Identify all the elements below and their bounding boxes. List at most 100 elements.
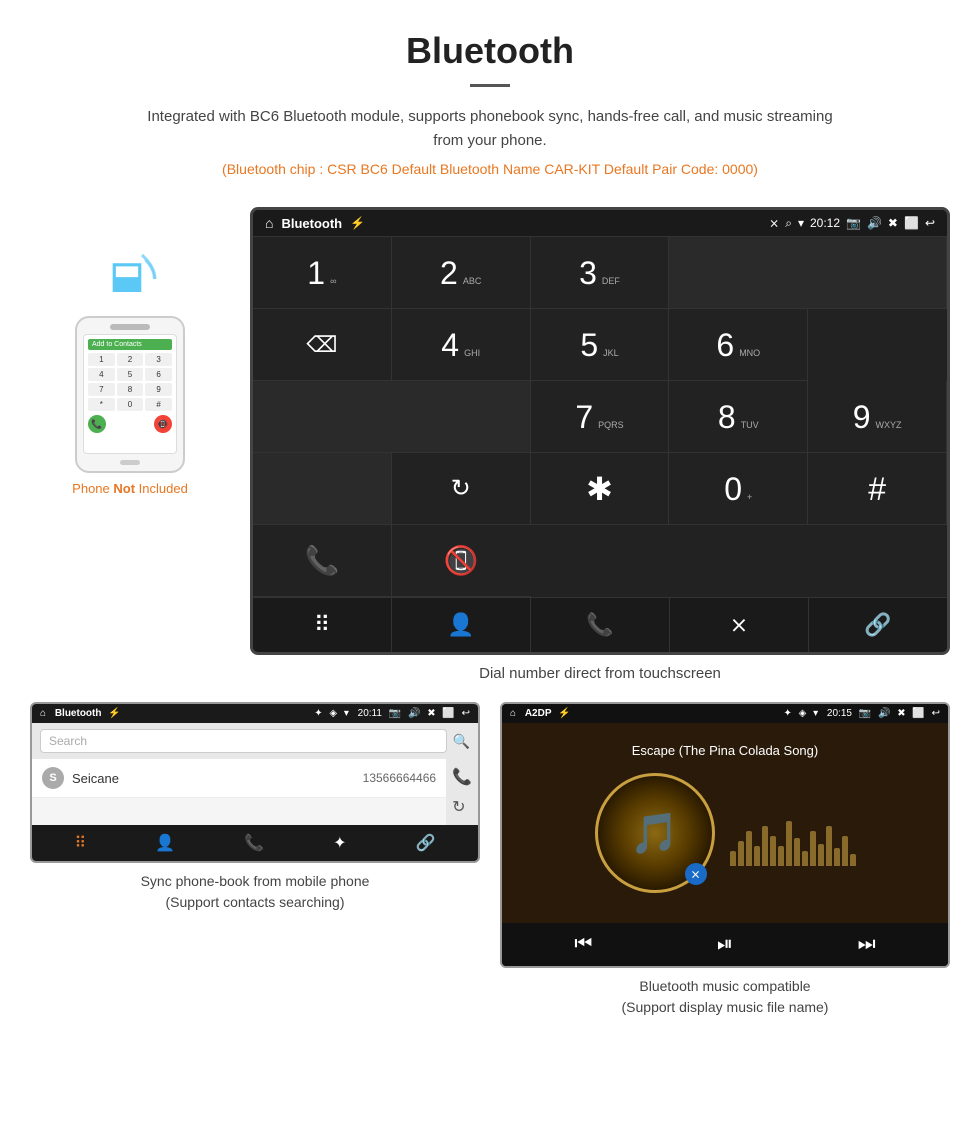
pb-usb-icon: ⚡ [108, 708, 120, 719]
dial-key-5[interactable]: 5JKL [531, 309, 670, 381]
nav-contacts[interactable]: 👤 [392, 598, 531, 652]
home-icon[interactable]: ⌂ [265, 215, 273, 231]
dial-empty-2 [253, 381, 531, 453]
pb-sig-icon: ▾ [344, 708, 349, 719]
dial-key-3[interactable]: 3DEF [531, 237, 670, 309]
pb-search-row: Search 🔍 [32, 723, 478, 759]
nav-dialpad[interactable]: ⠿ [253, 598, 392, 652]
phone-container: ⬓ Add to Contacts 123 456 789 *0# 📞 📵 [30, 207, 230, 496]
music-time: 20:15 [827, 708, 852, 719]
music-status-title: A2DP [525, 708, 552, 719]
dial-key-2[interactable]: 2ABC [392, 237, 531, 309]
pb-nav-link[interactable]: 🔗 [416, 833, 436, 853]
pb-home-icon[interactable]: ⌂ [40, 708, 46, 719]
phone-label-part1: Phone [72, 481, 113, 496]
eq-bar [802, 851, 808, 866]
pb-nav-bt[interactable]: ✦ [333, 833, 346, 853]
phone-dialpad: 123 456 789 *0# [88, 353, 172, 411]
car-status-bar: ⌂ Bluetooth ⚡ ⨯ ⌕ ▾ 20:12 📷 🔊 ✖ ⬜ ↩ [253, 210, 947, 236]
dial-key-4[interactable]: 4GHI [392, 309, 531, 381]
dial-call-green[interactable]: 📞 [253, 525, 392, 597]
status-time: 20:12 [810, 216, 840, 230]
music-screen: ⌂ A2DP ⚡ ✦ ◈ ▾ 20:15 📷 🔊 ✖ ⬜ ↩ [500, 702, 950, 968]
music-close-icon: ✖ [897, 708, 905, 719]
music-song-title: Escape (The Pina Colada Song) [632, 743, 818, 758]
pb-nav-dialpad[interactable]: ⠿ [75, 833, 87, 853]
pb-cam-icon: 📷 [389, 708, 401, 719]
phone-call-button: 📞 [88, 415, 106, 433]
music-status-right: ✦ ◈ ▾ 20:15 📷 🔊 ✖ ⬜ ↩ [783, 708, 940, 719]
dial-key-9[interactable]: 9WXYZ [808, 381, 947, 453]
phonebook-item: ⌂ Bluetooth ⚡ ✦ ◈ ▾ 20:11 📷 🔊 ✖ ⬜ ↩ [30, 702, 480, 1018]
music-prev-icon[interactable]: ⏮ [574, 933, 592, 956]
dial-key-0[interactable]: 0+ [669, 453, 808, 525]
car-screen: ⌂ Bluetooth ⚡ ⨯ ⌕ ▾ 20:12 📷 🔊 ✖ ⬜ ↩ [250, 207, 950, 655]
eq-bar [770, 836, 776, 866]
dial-key-hash[interactable]: # [808, 453, 947, 525]
eq-bar [762, 826, 768, 866]
header-specs: (Bluetooth chip : CSR BC6 Default Blueto… [20, 161, 960, 177]
dial-refresh[interactable]: ↻ [392, 453, 531, 525]
music-bt-icon: ✦ [783, 708, 791, 719]
eq-bar [842, 836, 848, 866]
eq-bar [834, 848, 840, 866]
bluetooth-icon: ⨯ [769, 216, 779, 230]
pb-nav-contacts[interactable]: 👤 [155, 833, 175, 853]
back-icon: ↩ [925, 216, 935, 230]
backspace-icon: ⌫ [306, 332, 337, 358]
pb-loc-icon: ◈ [329, 708, 337, 719]
pb-contact-row[interactable]: S Seicane 13566664466 [32, 759, 446, 798]
nav-link[interactable]: 🔗 [809, 598, 947, 652]
eq-bar [730, 851, 736, 866]
header-description: Integrated with BC6 Bluetooth module, su… [140, 105, 840, 153]
music-note-icon: 🎵 [630, 810, 680, 857]
music-next-icon[interactable]: ⏭ [858, 933, 876, 956]
music-usb-icon: ⚡ [558, 708, 570, 719]
pb-contact-list: S Seicane 13566664466 [32, 759, 446, 825]
window-icon: ⬜ [904, 216, 919, 230]
dial-key-7[interactable]: 7PQRS [531, 381, 670, 453]
music-back-icon: ↩ [932, 708, 940, 719]
pb-status-right: ✦ ◈ ▾ 20:11 📷 🔊 ✖ ⬜ ↩ [314, 708, 470, 719]
pb-win-icon: ⬜ [442, 708, 454, 719]
pb-status-left: ⌂ Bluetooth ⚡ [40, 708, 121, 719]
eq-bar [754, 846, 760, 866]
phone-screen: Add to Contacts 123 456 789 *0# 📞 📵 [83, 334, 177, 454]
status-left: ⌂ Bluetooth ⚡ [265, 215, 365, 231]
pb-caption: Sync phone-book from mobile phone (Suppo… [30, 871, 480, 913]
music-controls: ⏮ ⏯ ⏭ [502, 923, 948, 966]
pb-call-icon[interactable]: 📞 [452, 767, 472, 787]
music-status-bar: ⌂ A2DP ⚡ ✦ ◈ ▾ 20:15 📷 🔊 ✖ ⬜ ↩ [502, 704, 948, 723]
pb-nav-calls[interactable]: 📞 [244, 833, 264, 853]
phone-call-row: 📞 📵 [88, 415, 172, 433]
pb-status-bar: ⌂ Bluetooth ⚡ ✦ ◈ ▾ 20:11 📷 🔊 ✖ ⬜ ↩ [32, 704, 478, 723]
pb-search-box[interactable]: Search [40, 729, 447, 753]
pb-search-icon[interactable]: 🔍 [453, 733, 470, 750]
dial-key-1[interactable]: 1∞ [253, 237, 392, 309]
music-home-icon[interactable]: ⌂ [510, 708, 516, 719]
music-cam-icon: 📷 [859, 708, 871, 719]
nav-calls[interactable]: 📞 [531, 598, 670, 652]
dial-empty-1 [669, 237, 947, 309]
dial-key-8[interactable]: 8TUV [669, 381, 808, 453]
pb-contact-name: Seicane [72, 771, 355, 786]
music-play-pause-icon[interactable]: ⏯ [717, 933, 733, 956]
page-header: Bluetooth Integrated with BC6 Bluetooth … [0, 0, 980, 197]
dial-pad-grid: 1∞ 2ABC 3DEF ⌫ 4GHI 5JKL [253, 236, 947, 597]
eq-bar [738, 841, 744, 866]
bottom-section: ⌂ Bluetooth ⚡ ✦ ◈ ▾ 20:11 📷 🔊 ✖ ⬜ ↩ [0, 682, 980, 1028]
dial-backspace[interactable]: ⌫ [253, 309, 392, 381]
pb-bt-icon: ✦ [314, 708, 322, 719]
pb-refresh-icon[interactable]: ↻ [452, 797, 472, 817]
music-art-wrapper: 🎵 ⨯ [595, 773, 856, 903]
nav-bluetooth[interactable]: ⨯ [670, 598, 809, 652]
music-status-left: ⌂ A2DP ⚡ [510, 708, 571, 719]
dial-call-red[interactable]: 📵 [392, 525, 531, 597]
phone-speaker [110, 324, 150, 330]
music-album-art: 🎵 ⨯ [595, 773, 715, 893]
phone-home-button [120, 460, 140, 465]
dial-key-6[interactable]: 6MNO [669, 309, 808, 381]
dial-key-star[interactable]: ✱ [531, 453, 670, 525]
phone-screen-header: Add to Contacts [88, 339, 172, 350]
call-red-icon: 📵 [444, 544, 479, 577]
